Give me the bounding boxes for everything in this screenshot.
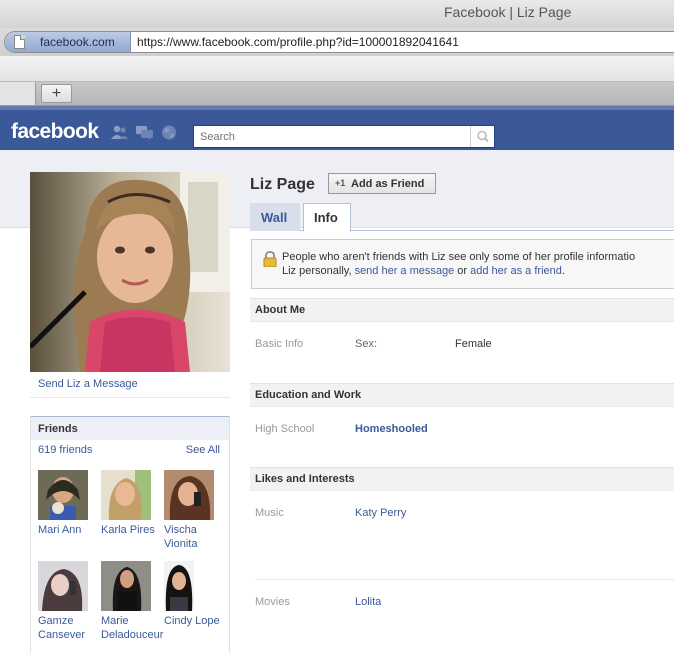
facebook-header: facebook — [0, 106, 674, 150]
friend-name[interactable]: Gamze Cansever — [38, 614, 98, 642]
friends-icon[interactable] — [111, 125, 128, 140]
friends-box: Friends 619 friends See All Mari Ann Kar… — [30, 416, 230, 653]
tab-info[interactable]: Info — [303, 203, 351, 232]
friend-item[interactable]: Mari Ann — [38, 470, 98, 537]
friend-thumbnail[interactable] — [38, 470, 88, 520]
friend-item[interactable]: Gamze Cansever — [38, 561, 98, 642]
add-friend-label: Add as Friend — [351, 178, 425, 190]
window-title: Facebook | Liz Page — [444, 4, 572, 20]
section-title: About Me — [255, 304, 306, 316]
section-about-me: About Me — [250, 298, 674, 322]
send-her-message-link[interactable]: send her a message — [355, 265, 455, 277]
profile-name: Liz Page — [250, 176, 315, 193]
friend-thumbnail[interactable] — [164, 470, 214, 520]
address-bar[interactable]: facebook.com https://www.facebook.com/pr… — [4, 31, 674, 53]
left-divider — [30, 397, 230, 398]
friend-thumbnail[interactable] — [101, 470, 151, 520]
site-identity-badge[interactable]: facebook.com — [5, 32, 131, 52]
add-her-as-friend-link[interactable]: add her as a friend — [470, 265, 562, 277]
see-all-friends-link[interactable]: See All — [186, 444, 220, 456]
high-school-label: High School — [255, 423, 315, 435]
notice-text-line2: Liz personally, send her a message or ad… — [282, 265, 565, 277]
add-as-friend-button[interactable]: +1 Add as Friend — [328, 173, 436, 194]
browser-tab[interactable] — [0, 82, 36, 105]
search-box — [193, 125, 495, 148]
friends-title: Friends — [38, 423, 78, 435]
privacy-notice: People who aren't friends with Liz see o… — [251, 239, 674, 289]
lock-icon — [263, 251, 277, 267]
music-link[interactable]: Katy Perry — [355, 507, 406, 519]
friends-header: Friends — [31, 416, 229, 440]
section-title: Likes and Interests — [255, 473, 355, 485]
messages-icon[interactable] — [136, 125, 153, 140]
page-icon — [14, 35, 25, 49]
movies-link[interactable]: Lolita — [355, 596, 381, 608]
window-titlebar: Facebook | Liz Page — [0, 0, 674, 28]
search-button[interactable] — [470, 126, 494, 147]
section-education-work: Education and Work — [250, 383, 674, 407]
friend-item[interactable]: Karla Pires — [101, 470, 161, 537]
tab-bar: + — [0, 82, 674, 106]
friend-thumbnail[interactable] — [101, 561, 151, 611]
section-likes-interests: Likes and Interests — [250, 467, 674, 491]
tab-wall[interactable]: Wall — [250, 203, 300, 231]
friend-name[interactable]: Cindy Lope — [164, 614, 224, 628]
send-message-link[interactable]: Send Liz a Message — [38, 378, 138, 390]
basic-info-label: Basic Info — [255, 338, 304, 350]
friends-count-link[interactable]: 619 friends — [38, 444, 92, 456]
friend-name[interactable]: Karla Pires — [101, 523, 161, 537]
friend-item[interactable]: Marie Deladouceur — [101, 561, 163, 642]
sex-value: Female — [455, 338, 492, 350]
facebook-logo[interactable]: facebook — [11, 120, 99, 144]
bookmarks-toolbar — [0, 56, 674, 82]
sex-label: Sex: — [355, 338, 378, 350]
site-domain: facebook.com — [40, 35, 115, 49]
notice-text-line1: People who aren't friends with Liz see o… — [282, 251, 636, 263]
add-friend-icon: +1 — [335, 178, 346, 188]
url-text[interactable]: https://www.facebook.com/profile.php?id=… — [137, 35, 459, 49]
section-title: Education and Work — [255, 389, 362, 401]
friend-name[interactable]: Marie Deladouceur — [101, 614, 163, 642]
friend-item[interactable]: Cindy Lope — [164, 561, 224, 628]
music-label: Music — [255, 507, 284, 519]
new-tab-button[interactable]: + — [41, 84, 72, 103]
profile-picture[interactable] — [30, 172, 230, 372]
friend-thumbnail[interactable] — [164, 561, 194, 611]
globe-icon[interactable] — [161, 125, 178, 140]
profile-tabs: Wall Info — [250, 203, 674, 232]
friend-item[interactable]: Vischa Vionita — [164, 470, 224, 551]
movies-label: Movies — [255, 596, 290, 608]
magnifier-icon — [477, 130, 489, 143]
friend-name[interactable]: Vischa Vionita — [164, 523, 224, 551]
friend-thumbnail[interactable] — [38, 561, 88, 611]
search-input[interactable] — [194, 126, 470, 147]
high-school-link[interactable]: Homeshooled — [355, 423, 428, 435]
friend-name[interactable]: Mari Ann — [38, 523, 98, 537]
address-bar-row: facebook.com https://www.facebook.com/pr… — [0, 28, 674, 56]
likes-row-divider — [255, 579, 674, 580]
